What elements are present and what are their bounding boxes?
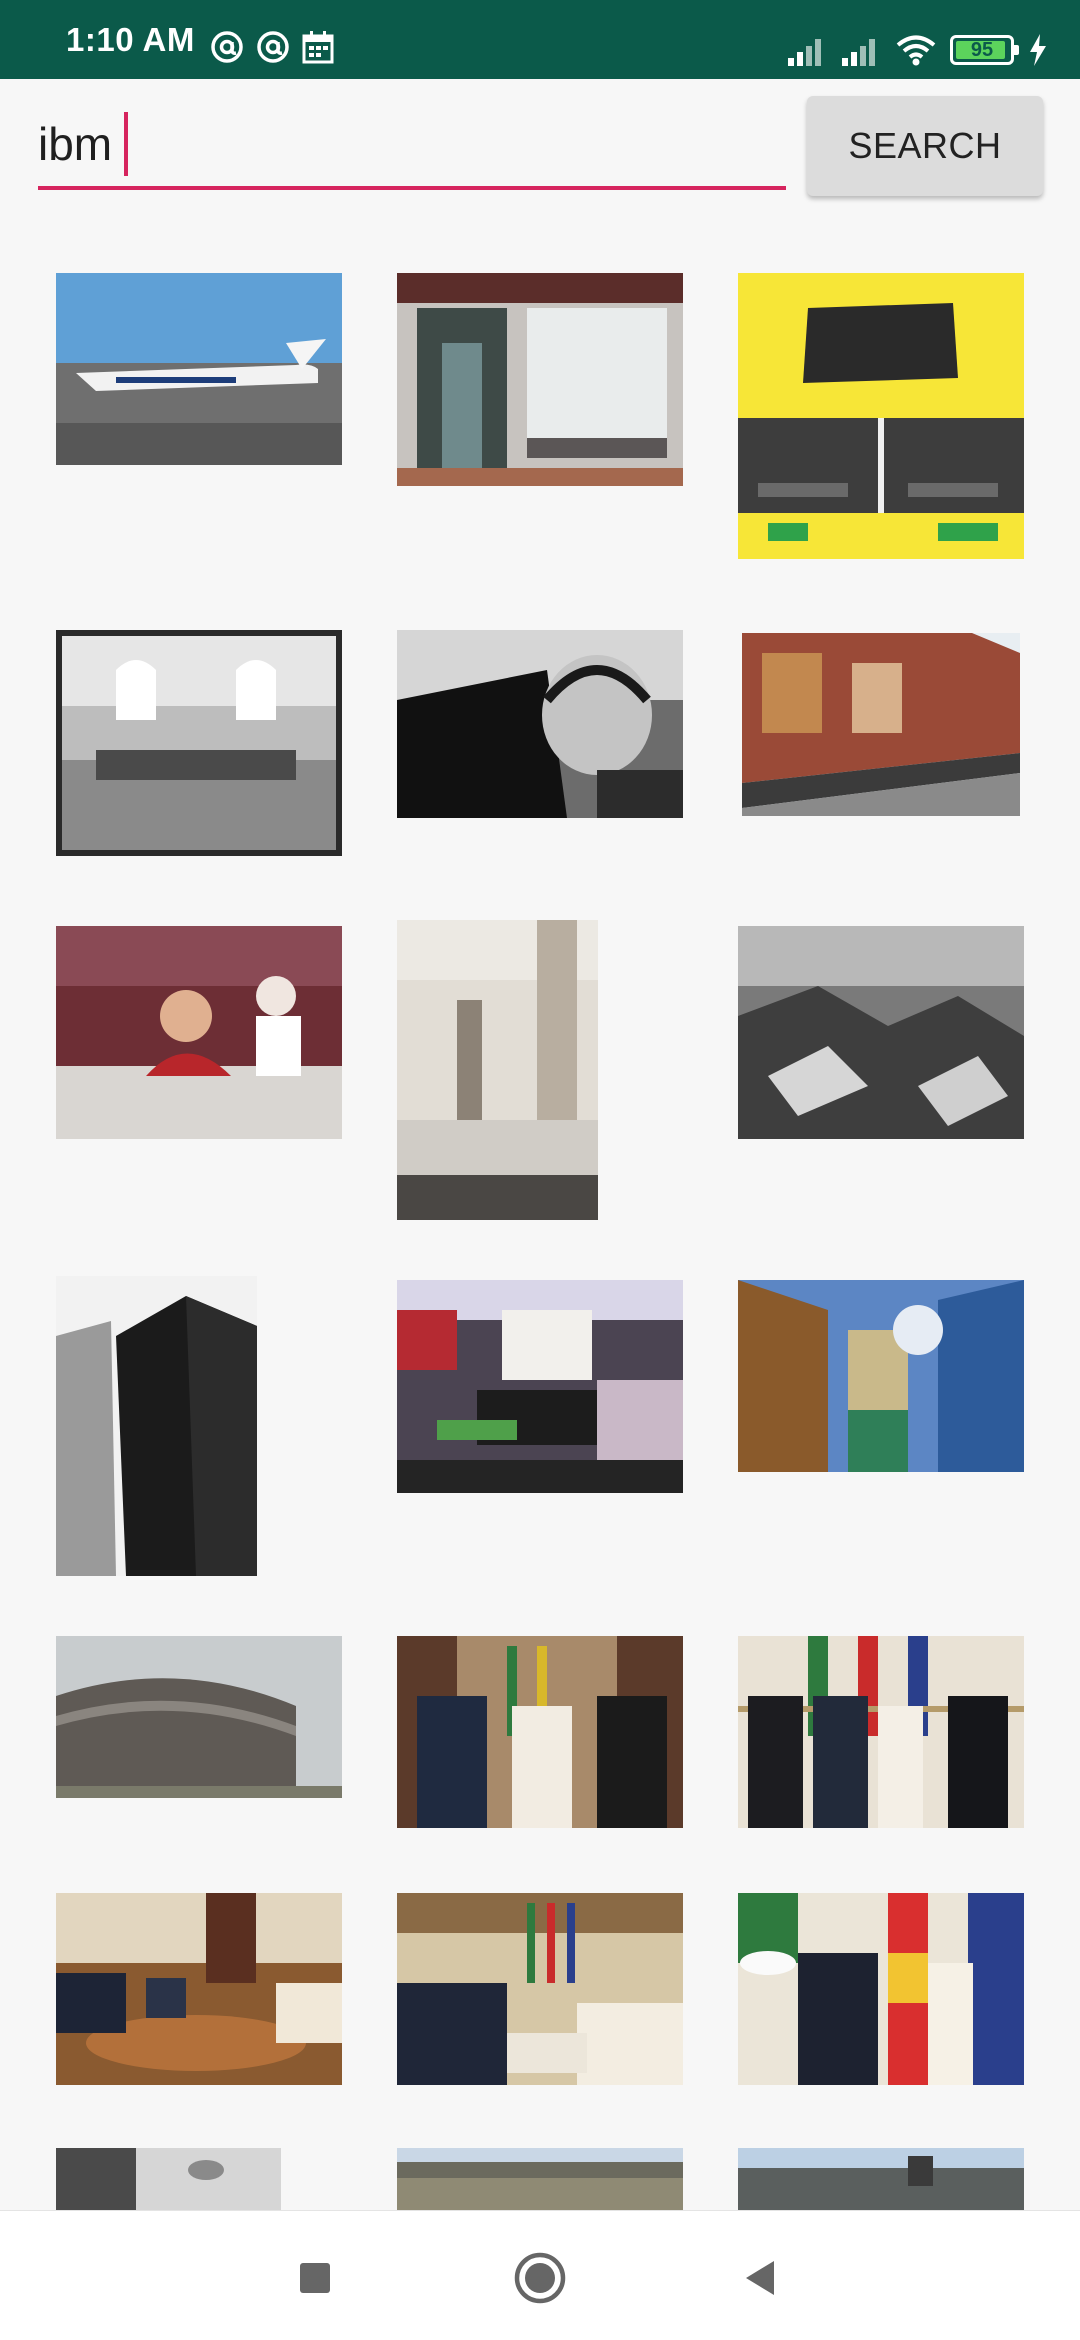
result-image[interactable] xyxy=(397,1893,683,2085)
result-image[interactable] xyxy=(738,1280,1024,1472)
back-icon xyxy=(746,2261,774,2295)
notification-icons xyxy=(210,30,334,70)
result-image[interactable] xyxy=(738,2148,1024,2210)
result-image[interactable] xyxy=(738,926,1024,1139)
wifi-icon xyxy=(896,35,936,66)
result-image[interactable] xyxy=(56,2148,281,2210)
result-image[interactable] xyxy=(56,1276,257,1576)
result-image[interactable] xyxy=(397,920,598,1220)
result-image[interactable] xyxy=(397,630,683,818)
battery-nub xyxy=(1014,45,1019,55)
status-time: 1:10 AM xyxy=(66,21,195,58)
home-icon xyxy=(514,2252,566,2304)
recent-apps-button[interactable] xyxy=(280,2243,350,2313)
recent-apps-icon xyxy=(300,2263,330,2293)
search-input[interactable] xyxy=(38,114,778,174)
result-image[interactable] xyxy=(742,633,1020,816)
text-cursor xyxy=(124,112,128,176)
result-image[interactable] xyxy=(738,273,1024,559)
back-button[interactable] xyxy=(725,2243,795,2313)
signal-icon xyxy=(842,39,875,66)
result-image[interactable] xyxy=(397,1280,683,1493)
battery-icon: 95 xyxy=(950,35,1019,65)
at-sign-icon xyxy=(257,31,289,63)
search-field[interactable] xyxy=(38,100,786,190)
result-image[interactable] xyxy=(56,926,342,1139)
result-image[interactable] xyxy=(56,1893,342,2085)
calendar-icon xyxy=(302,31,334,64)
home-button[interactable] xyxy=(505,2243,575,2313)
at-sign-icon xyxy=(211,31,243,63)
system-status-icons: 95 xyxy=(788,30,1048,70)
search-button[interactable]: SEARCH xyxy=(807,96,1043,196)
battery-level-text: 95 xyxy=(970,39,994,61)
result-image[interactable] xyxy=(397,2148,683,2210)
result-image[interactable] xyxy=(738,1636,1024,1828)
signal-icon xyxy=(788,39,821,66)
image-results-grid[interactable] xyxy=(0,240,1080,2210)
result-image[interactable] xyxy=(56,1636,342,1798)
result-image[interactable] xyxy=(738,1893,1024,2085)
app-screen: 1:10 AM 95 ibm SEARCH xyxy=(0,0,1080,2340)
result-image[interactable] xyxy=(397,273,683,486)
status-bar: 1:10 AM 95 xyxy=(0,0,1080,79)
result-image[interactable] xyxy=(56,273,342,465)
result-image[interactable] xyxy=(397,1636,683,1828)
navigation-bar xyxy=(0,2210,1080,2340)
charging-bolt-icon xyxy=(1030,34,1046,66)
result-image[interactable] xyxy=(56,630,342,856)
